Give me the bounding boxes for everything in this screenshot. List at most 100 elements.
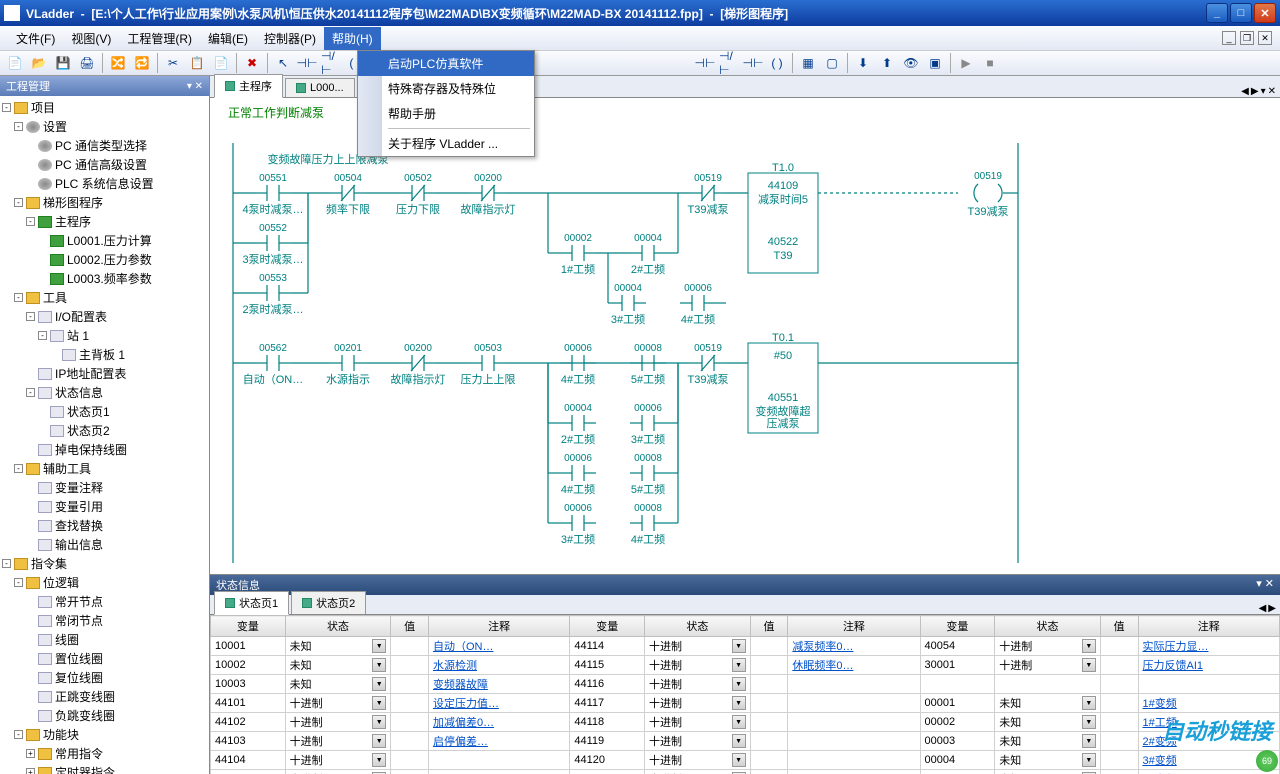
tree-item[interactable]: 线圈 xyxy=(2,630,207,649)
mdi-restore[interactable]: ❐ xyxy=(1240,31,1254,45)
tree-item[interactable]: -辅助工具 xyxy=(2,459,207,478)
status-grid[interactable]: 变量状态值注释变量状态值注释变量状态值注释10001未知▼自动（ON…44114… xyxy=(210,615,1280,774)
tree-item[interactable]: 负跳变线圈 xyxy=(2,706,207,725)
menu-4[interactable]: 控制器(P) xyxy=(256,27,324,50)
menu-help-manual[interactable]: 帮助手册 xyxy=(358,101,534,126)
cursor-icon[interactable]: ↖ xyxy=(272,53,294,73)
tree-item[interactable]: 常闭节点 xyxy=(2,611,207,630)
tab-l000[interactable]: L000... xyxy=(285,78,355,97)
tree-item[interactable]: -指令集 xyxy=(2,554,207,573)
pin-icon[interactable]: ▾ ✕ xyxy=(187,81,203,92)
status-pin-icon[interactable]: ▾ ✕ xyxy=(1256,577,1274,593)
new-icon[interactable]: 📄 xyxy=(4,53,26,73)
contact-nc-icon[interactable]: ⊣/⊢ xyxy=(320,53,342,73)
tree-item[interactable]: 变量引用 xyxy=(2,497,207,516)
tab-close-icon[interactable]: ✕ xyxy=(1268,86,1276,97)
tree-item[interactable]: 常开节点 xyxy=(2,592,207,611)
dropdown-icon[interactable]: ▼ xyxy=(372,734,386,748)
menu-0[interactable]: 文件(F) xyxy=(8,27,63,50)
mdi-close[interactable]: ✕ xyxy=(1258,31,1272,45)
io-icon[interactable]: ▣ xyxy=(924,53,946,73)
maximize-button[interactable]: □ xyxy=(1230,3,1252,23)
tree-item[interactable]: 置位线圈 xyxy=(2,649,207,668)
copy-icon[interactable]: 📋 xyxy=(186,53,208,73)
dropdown-icon[interactable]: ▼ xyxy=(732,639,746,653)
close-button[interactable]: ✕ xyxy=(1254,3,1276,23)
tab-prev-icon[interactable]: ◀ xyxy=(1241,86,1249,97)
status-tab-2[interactable]: 状态页2 xyxy=(291,591,366,614)
tab-menu-icon[interactable]: ▾ xyxy=(1261,86,1266,97)
dropdown-icon[interactable]: ▼ xyxy=(732,696,746,710)
dropdown-icon[interactable]: ▼ xyxy=(372,677,386,691)
tree-item[interactable]: -梯形图程序 xyxy=(2,193,207,212)
tree-item[interactable]: -功能块 xyxy=(2,725,207,744)
dropdown-icon[interactable]: ▼ xyxy=(732,715,746,729)
dropdown-icon[interactable]: ▼ xyxy=(1082,639,1096,653)
tree-item[interactable]: -站 1 xyxy=(2,326,207,345)
download-icon[interactable]: ⬇ xyxy=(852,53,874,73)
upload-icon[interactable]: ⬆ xyxy=(876,53,898,73)
tree-item[interactable]: -I/O配置表 xyxy=(2,307,207,326)
table-row[interactable]: 44104十进制▼44120十进制▼00004未知▼3#变频 xyxy=(211,751,1280,770)
tree-item[interactable]: -工具 xyxy=(2,288,207,307)
table-row[interactable]: 44102十进制▼加减偏差0…44118十进制▼00002未知▼1#工频 xyxy=(211,713,1280,732)
dropdown-icon[interactable]: ▼ xyxy=(732,753,746,767)
tree-item[interactable]: IP地址配置表 xyxy=(2,364,207,383)
tool-a-icon[interactable]: ⊣⊢ xyxy=(694,53,716,73)
tree-item[interactable]: 状态页1 xyxy=(2,402,207,421)
col-header[interactable]: 变量 xyxy=(920,616,995,637)
dropdown-icon[interactable]: ▼ xyxy=(732,734,746,748)
monitor-icon[interactable]: 👁 xyxy=(900,53,922,73)
tree-item[interactable]: 正跳变线圈 xyxy=(2,687,207,706)
menu-about[interactable]: 关于程序 VLadder ... xyxy=(358,131,534,156)
paste-icon[interactable]: 📄 xyxy=(210,53,232,73)
tree-item[interactable]: -位逻辑 xyxy=(2,573,207,592)
menu-1[interactable]: 视图(V) xyxy=(63,27,119,50)
tree-item[interactable]: +常用指令 xyxy=(2,744,207,763)
dropdown-icon[interactable]: ▼ xyxy=(1082,734,1096,748)
tab-next-icon[interactable]: ▶ xyxy=(1251,86,1259,97)
connect-icon[interactable]: 🔀 xyxy=(107,53,129,73)
tree-item[interactable]: PC 通信类型选择 xyxy=(2,136,207,155)
dropdown-icon[interactable]: ▼ xyxy=(732,677,746,691)
tree-item[interactable]: -状态信息 xyxy=(2,383,207,402)
dropdown-icon[interactable]: ▼ xyxy=(1082,715,1096,729)
col-header[interactable]: 变量 xyxy=(211,616,286,637)
mdi-minimize[interactable]: _ xyxy=(1222,31,1236,45)
menu-3[interactable]: 编辑(E) xyxy=(200,27,256,50)
stab-next-icon[interactable]: ▶ xyxy=(1268,603,1276,614)
print-icon[interactable]: 🖨 xyxy=(76,53,98,73)
tool-e-icon[interactable]: ▦ xyxy=(797,53,819,73)
save-icon[interactable]: 💾 xyxy=(52,53,74,73)
stab-prev-icon[interactable]: ◀ xyxy=(1259,603,1267,614)
tool-c-icon[interactable]: ⊣⊢ xyxy=(742,53,764,73)
project-tree[interactable]: -项目-设置PC 通信类型选择PC 通信高级设置PLC 系统信息设置-梯形图程序… xyxy=(0,96,209,774)
tree-item[interactable]: 复位线圈 xyxy=(2,668,207,687)
dropdown-icon[interactable]: ▼ xyxy=(1082,753,1096,767)
table-row[interactable]: 10003未知▼变频器故障44116十进制▼ xyxy=(211,675,1280,694)
table-row[interactable]: 10001未知▼自动（ON…44114十进制▼减泵频率0…40054十进制▼实际… xyxy=(211,637,1280,656)
col-header[interactable]: 注释 xyxy=(788,616,920,637)
menu-start-sim[interactable]: 启动PLC仿真软件 xyxy=(358,51,534,76)
cut-icon[interactable]: ✂ xyxy=(162,53,184,73)
tool-b-icon[interactable]: ⊣/⊢ xyxy=(718,53,740,73)
connect2-icon[interactable]: 🔁 xyxy=(131,53,153,73)
col-header[interactable]: 状态 xyxy=(285,616,391,637)
tool-d-icon[interactable]: ( ) xyxy=(766,53,788,73)
tree-item[interactable]: L0003.频率参数 xyxy=(2,269,207,288)
tree-item[interactable]: +定时器指令 xyxy=(2,763,207,774)
table-row[interactable]: 44101十进制▼设定压力值…44117十进制▼00001未知▼1#变频 xyxy=(211,694,1280,713)
dropdown-icon[interactable]: ▼ xyxy=(372,696,386,710)
tree-item[interactable]: -项目 xyxy=(2,98,207,117)
dropdown-icon[interactable]: ▼ xyxy=(1082,658,1096,672)
tree-item[interactable]: 查找替换 xyxy=(2,516,207,535)
menu-special-reg[interactable]: 特殊寄存器及特殊位 xyxy=(358,76,534,101)
tree-item[interactable]: 主背板 1 xyxy=(2,345,207,364)
minimize-button[interactable]: _ xyxy=(1206,3,1228,23)
run-icon[interactable]: ▶ xyxy=(955,53,977,73)
dropdown-icon[interactable]: ▼ xyxy=(372,753,386,767)
tree-item[interactable]: 状态页2 xyxy=(2,421,207,440)
open-icon[interactable]: 📂 xyxy=(28,53,50,73)
dropdown-icon[interactable]: ▼ xyxy=(1082,696,1096,710)
delete-icon[interactable]: ✖ xyxy=(241,53,263,73)
